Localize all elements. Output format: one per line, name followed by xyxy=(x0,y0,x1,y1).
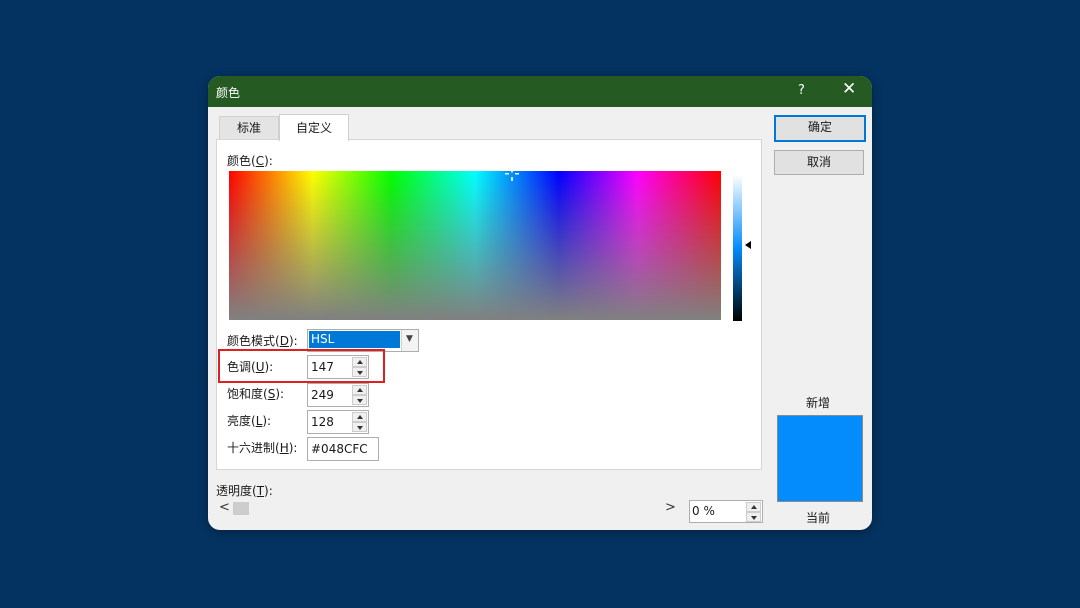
cancel-button[interactable]: 取消 xyxy=(774,150,864,175)
color-mode-label: 颜色模式(D): xyxy=(227,334,298,348)
hex-value: #048CFC xyxy=(311,442,368,456)
hue-spinner[interactable]: 147 xyxy=(307,355,369,379)
color-preview-swatch xyxy=(777,415,863,502)
saturation-up-button[interactable] xyxy=(352,385,367,395)
chevron-down-icon: ▼ xyxy=(406,334,413,344)
hue-label: 色调(U): xyxy=(227,360,274,374)
close-button[interactable]: ✕ xyxy=(842,81,856,98)
transparency-slider[interactable]: < > xyxy=(216,500,676,517)
custom-panel: 颜色(C): 颜色模式(D): HSL ▼ 色调(U): 147 饱和度(S):… xyxy=(216,139,762,470)
transparency-label: 透明度(T): xyxy=(216,484,273,498)
luminance-arrow-icon[interactable] xyxy=(745,241,751,249)
crosshair-icon xyxy=(505,171,519,181)
hex-input[interactable]: #048CFC xyxy=(307,437,379,461)
transparency-up-button[interactable] xyxy=(746,502,761,512)
transparency-value: 0 % xyxy=(692,504,715,518)
color-dialog: 颜色 ? ✕ 标准 自定义 颜色(C): 颜色模式(D): HSL ▼ 色调(U… xyxy=(208,76,872,530)
help-button[interactable]: ? xyxy=(798,83,805,98)
luminance-value: 128 xyxy=(311,415,334,429)
hue-up-button[interactable] xyxy=(352,357,367,367)
luminance-label: 亮度(L): xyxy=(227,414,272,428)
tab-standard[interactable]: 标准 xyxy=(219,116,279,139)
saturation-value: 249 xyxy=(311,388,334,402)
transparency-spinner[interactable]: 0 % xyxy=(689,500,763,523)
dialog-title: 颜色 xyxy=(216,86,241,100)
ok-button[interactable]: 确定 xyxy=(774,115,866,142)
hue-down-button[interactable] xyxy=(352,367,367,377)
color-mode-value: HSL xyxy=(309,331,400,348)
luminance-spinner[interactable]: 128 xyxy=(307,410,369,434)
tab-custom[interactable]: 自定义 xyxy=(279,114,349,141)
scroll-left-icon[interactable]: < xyxy=(219,500,230,515)
saturation-spinner[interactable]: 249 xyxy=(307,383,369,407)
new-color-label: 新增 xyxy=(806,396,831,410)
dropdown-button[interactable]: ▼ xyxy=(401,330,418,351)
title-bar: 颜色 ? ✕ xyxy=(208,76,872,107)
colors-label: 颜色(C): xyxy=(227,154,273,168)
color-spectrum[interactable] xyxy=(229,171,721,320)
saturation-down-button[interactable] xyxy=(352,395,367,405)
luminance-slider[interactable] xyxy=(733,175,742,321)
hex-label: 十六进制(H): xyxy=(227,441,298,455)
saturation-label: 饱和度(S): xyxy=(227,387,285,401)
luminance-down-button[interactable] xyxy=(352,422,367,432)
scroll-right-icon[interactable]: > xyxy=(665,500,676,515)
current-color-label: 当前 xyxy=(806,511,831,525)
luminance-up-button[interactable] xyxy=(352,412,367,422)
slider-thumb[interactable] xyxy=(233,502,249,515)
transparency-down-button[interactable] xyxy=(746,512,761,522)
hue-value: 147 xyxy=(311,360,334,374)
